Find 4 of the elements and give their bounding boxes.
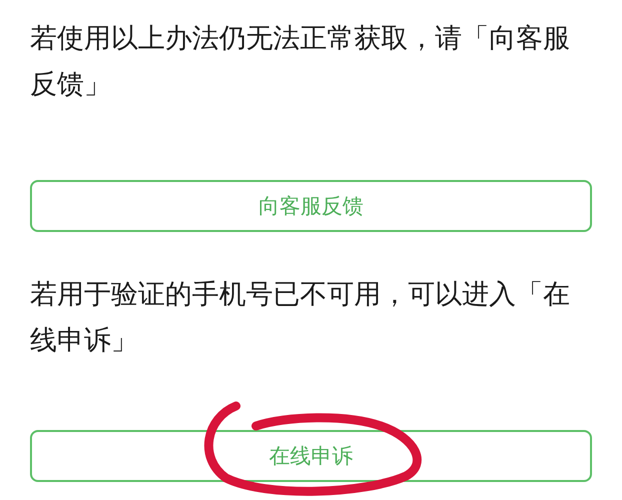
instruction-text: 若使用以上办法仍无法正常获取，请「向客服反馈」	[30, 22, 571, 102]
instruction-text: 若用于验证的手机号已不可用，可以进入「在线申诉」	[30, 278, 571, 358]
action-button[interactable]: 在线申诉	[30, 430, 592, 482]
action-button[interactable]: 向客服反馈	[30, 180, 592, 232]
